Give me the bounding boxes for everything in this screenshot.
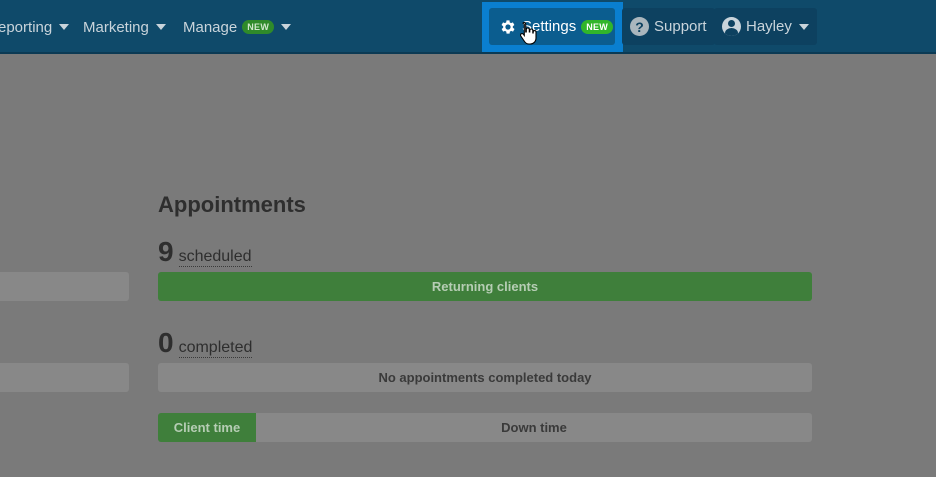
down-time-segment: Down time: [256, 413, 812, 442]
left-panel-bar: [0, 272, 129, 301]
support-button[interactable]: ? Support: [622, 8, 715, 45]
appointments-title: Appointments: [158, 192, 306, 217]
caret-down-icon: [281, 24, 292, 30]
caret-down-icon: [798, 23, 809, 30]
caret-down-icon: [59, 24, 70, 30]
user-menu-button[interactable]: Hayley: [714, 8, 817, 45]
nav-reporting[interactable]: eporting: [0, 0, 70, 54]
help-icon: ?: [630, 17, 649, 36]
nav-marketing[interactable]: Marketing: [83, 0, 166, 54]
support-label: Support: [654, 18, 707, 35]
completed-label[interactable]: completed: [178, 339, 253, 358]
time-split-bar: Client time Down time: [158, 413, 812, 442]
new-badge: NEW: [242, 20, 275, 34]
new-badge: NEW: [581, 19, 614, 34]
scheduled-count: 9: [158, 236, 174, 267]
caret-down-icon: [155, 24, 166, 30]
nav-marketing-label: Marketing: [83, 18, 149, 36]
user-name: Hayley: [746, 18, 792, 35]
client-time-segment: Client time: [158, 413, 256, 442]
scheduled-stat: 9 scheduled: [158, 236, 252, 268]
nav-manage-label: Manage: [183, 18, 238, 36]
nav-manage[interactable]: Manage NEW: [183, 0, 292, 54]
completed-count: 0: [158, 327, 174, 358]
returning-clients-bar: Returning clients: [158, 272, 812, 301]
gear-icon: [501, 19, 515, 34]
user-icon: [722, 17, 741, 36]
hand-cursor-icon: [519, 21, 537, 45]
completed-stat: 0 completed: [158, 327, 253, 359]
top-nav: eporting Marketing Manage NEW Settings N…: [0, 0, 936, 54]
scheduled-label[interactable]: scheduled: [178, 248, 252, 267]
left-panel-bar: [0, 363, 129, 392]
nav-reporting-label: eporting: [0, 18, 53, 36]
completed-bar: No appointments completed today: [158, 363, 812, 392]
settings-button[interactable]: Settings NEW: [489, 8, 615, 45]
